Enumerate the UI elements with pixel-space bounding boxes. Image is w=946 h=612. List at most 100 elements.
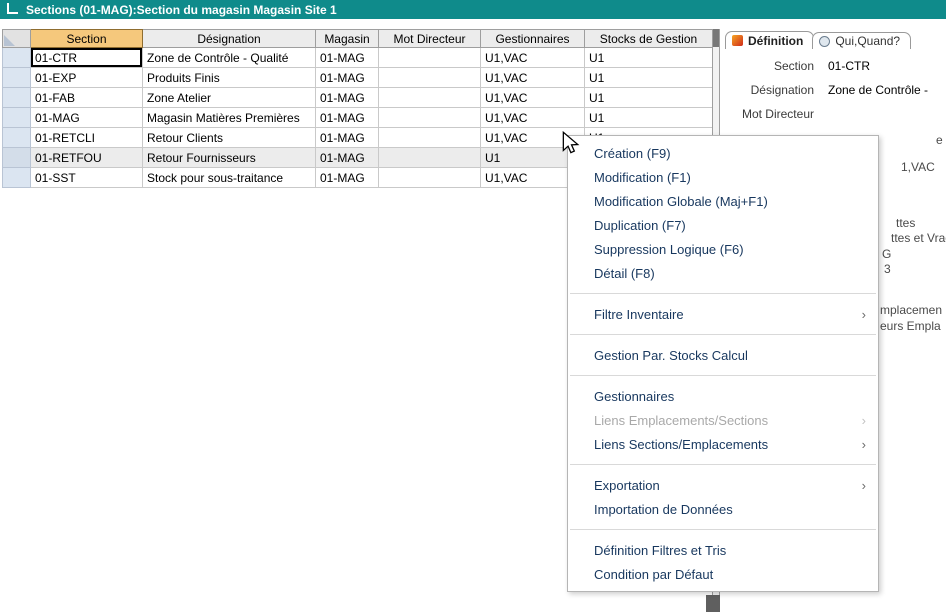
cell-mot-directeur[interactable] (379, 88, 481, 108)
cell-section[interactable]: 01-EXP (31, 68, 143, 88)
menu-item-liens-sections-emplacements[interactable]: Liens Sections/Emplacements› (568, 432, 878, 456)
cell-mot-directeur[interactable] (379, 68, 481, 88)
menu-item-definition-filtres-et-tris[interactable]: Définition Filtres et Tris (568, 538, 878, 562)
cell-mot-directeur[interactable] (379, 108, 481, 128)
menu-item-filtre-inventaire[interactable]: Filtre Inventaire› (568, 302, 878, 326)
window-title: Sections (01-MAG):Section du magasin Mag… (26, 3, 337, 17)
field-label: Désignation (722, 83, 814, 98)
cell-gestionnaires[interactable]: U1,VAC (481, 68, 585, 88)
panel-text-fragment: e (936, 133, 943, 147)
menu-item-gestionnaires[interactable]: Gestionnaires (568, 384, 878, 408)
panel-text-fragment: 1,VAC (901, 160, 935, 174)
cell-designation[interactable]: Retour Clients (143, 128, 316, 148)
menu-item-detail[interactable]: Détail (F8) (568, 261, 878, 285)
menu-separator (570, 293, 876, 294)
panel-text-fragment: ttes et Vrac (891, 231, 946, 245)
menu-item-modification[interactable]: Modification (F1) (568, 165, 878, 189)
cell-designation[interactable]: Zone de Contrôle - Qualité (143, 48, 316, 68)
table-row[interactable]: 01-MAG Magasin Matières Premières 01-MAG… (3, 108, 713, 128)
field-label: Mot Directeur (722, 107, 814, 122)
cell-magasin[interactable]: 01-MAG (316, 108, 379, 128)
row-selector[interactable] (3, 148, 31, 168)
window-icon[interactable] (7, 3, 18, 14)
cell-mot-directeur[interactable] (379, 168, 481, 188)
cell-mot-directeur[interactable] (379, 48, 481, 68)
row-selector[interactable] (3, 108, 31, 128)
menu-item-gestion-par-stocks-calcul[interactable]: Gestion Par. Stocks Calcul (568, 343, 878, 367)
field-value: 01-CTR (828, 59, 870, 74)
column-header-stocks-de-gestion[interactable]: Stocks de Gestion (585, 30, 713, 48)
definition-fields: Section 01-CTR Désignation Zone de Contr… (722, 59, 946, 122)
row-selector[interactable] (3, 68, 31, 88)
cell-section[interactable]: 01-RETCLI (31, 128, 143, 148)
menu-item-condition-par-defaut[interactable]: Condition par Défaut (568, 562, 878, 586)
field-value: Zone de Contrôle - (828, 83, 928, 98)
row-selector[interactable] (3, 48, 31, 68)
cell-magasin[interactable]: 01-MAG (316, 68, 379, 88)
column-header-magasin[interactable]: Magasin (316, 30, 379, 48)
menu-item-duplication[interactable]: Duplication (F7) (568, 213, 878, 237)
menu-item-exportation[interactable]: Exportation› (568, 473, 878, 497)
cell-section[interactable]: 01-RETFOU (31, 148, 143, 168)
menu-item-suppression-logique[interactable]: Suppression Logique (F6) (568, 237, 878, 261)
cell-gestionnaires[interactable]: U1,VAC (481, 48, 585, 68)
cell-magasin[interactable]: 01-MAG (316, 48, 379, 68)
splitter-top-cap (713, 29, 719, 47)
cell-section[interactable]: 01-FAB (31, 88, 143, 108)
field-label: Section (722, 59, 814, 74)
row-selector[interactable] (3, 168, 31, 188)
splitter-bottom-cap[interactable] (706, 595, 720, 612)
cell-stocks-de-gestion[interactable]: U1 (585, 88, 713, 108)
cell-gestionnaires[interactable]: U1,VAC (481, 108, 585, 128)
column-header-section[interactable]: Section (31, 30, 143, 48)
detail-tabs: Définition Qui,Quand? (722, 30, 946, 49)
cell-designation[interactable]: Produits Finis (143, 68, 316, 88)
menu-item-creation[interactable]: Création (F9) (568, 141, 878, 165)
column-header-designation[interactable]: Désignation (143, 30, 316, 48)
cell-magasin[interactable]: 01-MAG (316, 88, 379, 108)
cell-mot-directeur[interactable] (379, 148, 481, 168)
cell-designation[interactable]: Zone Atelier (143, 88, 316, 108)
qui-quand-tab-icon (819, 36, 830, 47)
submenu-arrow-icon: › (862, 307, 866, 322)
field-mot-directeur: Mot Directeur (722, 107, 946, 122)
panel-text-fragment: eurs Empla (880, 319, 941, 333)
cell-section[interactable]: 01-MAG (31, 108, 143, 128)
header-row: Section Désignation Magasin Mot Directeu… (3, 30, 713, 48)
cell-designation[interactable]: Retour Fournisseurs (143, 148, 316, 168)
cell-section[interactable]: 01-SST (31, 168, 143, 188)
cell-stocks-de-gestion[interactable]: U1 (585, 48, 713, 68)
panel-text-fragment: 3 (884, 262, 891, 276)
cell-designation[interactable]: Magasin Matières Premières (143, 108, 316, 128)
panel-text-fragment: mplacemen (880, 303, 942, 317)
column-header-mot-directeur[interactable]: Mot Directeur (379, 30, 481, 48)
cell-designation[interactable]: Stock pour sous-traitance (143, 168, 316, 188)
table-row[interactable]: 01-CTR Zone de Contrôle - Qualité 01-MAG… (3, 48, 713, 68)
field-designation: Désignation Zone de Contrôle - (722, 83, 946, 98)
submenu-arrow-icon: › (862, 478, 866, 493)
window-titlebar[interactable]: Sections (01-MAG):Section du magasin Mag… (0, 0, 946, 19)
cell-magasin[interactable]: 01-MAG (316, 128, 379, 148)
cell-gestionnaires[interactable]: U1,VAC (481, 88, 585, 108)
menu-separator (570, 464, 876, 465)
field-section: Section 01-CTR (722, 59, 946, 74)
table-row[interactable]: 01-EXP Produits Finis 01-MAG U1,VAC U1 (3, 68, 713, 88)
menu-separator (570, 334, 876, 335)
tab-definition[interactable]: Définition (725, 31, 814, 49)
menu-item-importation-de-donnees[interactable]: Importation de Données (568, 497, 878, 521)
menu-item-modification-globale[interactable]: Modification Globale (Maj+F1) (568, 189, 878, 213)
select-all-corner[interactable] (3, 30, 31, 48)
row-selector[interactable] (3, 88, 31, 108)
cell-magasin[interactable]: 01-MAG (316, 168, 379, 188)
column-header-gestionnaires[interactable]: Gestionnaires (481, 30, 585, 48)
tab-qui-quand[interactable]: Qui,Quand? (812, 32, 911, 49)
row-selector[interactable] (3, 128, 31, 148)
cell-stocks-de-gestion[interactable]: U1 (585, 68, 713, 88)
cell-stocks-de-gestion[interactable]: U1 (585, 108, 713, 128)
menu-item-liens-emplacements-sections: Liens Emplacements/Sections› (568, 408, 878, 432)
cell-mot-directeur[interactable] (379, 128, 481, 148)
cell-magasin[interactable]: 01-MAG (316, 148, 379, 168)
menu-separator (570, 375, 876, 376)
table-row[interactable]: 01-FAB Zone Atelier 01-MAG U1,VAC U1 (3, 88, 713, 108)
cell-section[interactable]: 01-CTR (31, 48, 143, 68)
